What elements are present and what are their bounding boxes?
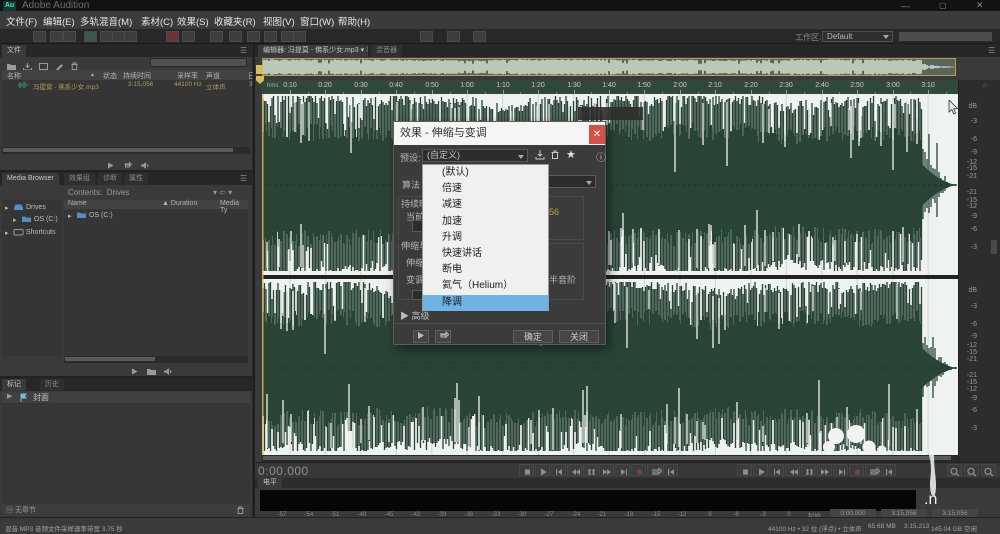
- svg-text:.n: .n: [924, 491, 937, 508]
